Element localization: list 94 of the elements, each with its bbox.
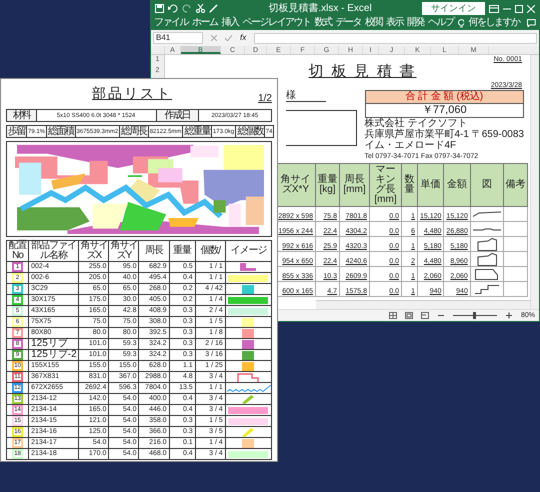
zoom-in-icon[interactable] [504,312,513,319]
column-heading: イメージ [225,240,272,262]
scissors-icon[interactable] [196,4,205,13]
info-label: 材料 [6,110,36,122]
column-heading: 配置No [6,240,29,262]
total-amount: ￥77,060 [364,104,524,118]
ribbon-tab[interactable]: ファイル [154,16,188,30]
column-heading: 角サイズX [78,240,109,262]
name-box[interactable]: B41 [153,32,203,44]
formula-field[interactable] [254,32,537,44]
part-outline-icon [474,284,499,294]
vertical-scrollbar[interactable] [530,55,539,309]
part-thumbnail [242,350,254,360]
column-heading: 個数/ [195,240,226,262]
page-layout-icon[interactable] [404,312,413,319]
ribbon-tab[interactable]: データ [336,16,361,30]
info-label: 作成日 [156,110,198,122]
part-outline-icon [475,268,498,280]
check-icon[interactable] [225,35,232,41]
column-heading: 数量 [402,164,418,206]
info-label: 歩留 [6,126,26,138]
part-thumbnail [242,318,254,326]
maximize-icon[interactable] [515,4,523,12]
part-thumbnail [242,438,254,448]
info-label: 総個数 [236,126,264,138]
part-thumbnail [228,296,268,304]
company-info: 株式会社 テイクソフト [364,118,468,129]
ribbon-tab[interactable]: 校閲 [365,16,382,30]
address-box [286,110,356,146]
ribbon-tab[interactable]: 開発 [407,16,424,30]
info-label: 総重量 [182,126,212,138]
column-heading: 周長 [138,240,170,262]
part-thumbnail [242,284,254,294]
page-break-icon[interactable] [420,312,429,319]
part-thumbnail [228,406,268,414]
ribbon-tab[interactable]: ページレイアウト [242,16,310,30]
column-heading: マーキング長[mm] [370,164,402,206]
zoom-slider-thumb[interactable] [473,312,476,319]
horizontal-scrollbar[interactable] [316,300,530,309]
info-label: 総周長 [120,126,148,138]
zoom-out-icon[interactable] [436,312,445,319]
part-thumbnail [242,340,254,348]
column-heading: 周長[mm] [340,164,370,206]
close-icon[interactable] [527,4,535,12]
part-thumbnail [228,418,268,424]
part-thumbnail [242,394,254,404]
column-heading: 重量[kg] [316,164,340,206]
part-thumbnail [228,450,268,458]
table-cell: 125リブ [28,338,79,350]
part-thumbnail [240,263,256,271]
part-thumbnail [226,384,270,392]
part-outline-icon [472,211,501,217]
part-thumbnail [242,362,254,370]
column-heading: 図 [470,164,504,206]
column-heading: 角サイズX*Y [276,164,316,206]
company-info: イム・エメロード4F [364,140,458,151]
page-number: 1/2 [258,92,272,106]
column-heading: 部品ファイル名称 [28,240,79,262]
normal-view-icon[interactable] [388,312,397,319]
ribbon-tab[interactable]: 数式 [314,16,332,30]
ribbon-tab[interactable]: ホーム [192,16,218,30]
ribbon-display-icon[interactable] [489,4,499,12]
sign-in-button[interactable]: サインイン [422,2,485,15]
column-heading: 備考 [503,164,528,206]
redo-icon[interactable] [182,4,192,13]
column-heading: 角サイズY [108,240,139,262]
part-thumbnail [242,328,254,338]
tell-me-field[interactable]: 何をしますか [468,16,520,30]
undo-icon[interactable] [168,4,178,13]
save-icon[interactable] [155,4,164,13]
part-thumbnail [228,274,268,282]
column-heading: 重量 [169,240,196,262]
info-label: 総面積 [46,126,76,138]
company-info: 兵庫県芦屋市業平町4-1 〒659-0083 [364,129,524,140]
ribbon-tab[interactable]: ヘルプ [428,16,454,30]
comment-icon[interactable] [527,19,536,27]
ribbon-tab[interactable]: 表示 [386,16,403,30]
total-label: 合 計 金 額 (税込) [364,90,524,104]
part-outline-icon [476,238,497,250]
part-thumbnail [242,428,254,436]
part-thumbnail [228,308,268,314]
column-heading: 単価 [418,164,444,206]
part-outline-icon [472,228,501,230]
window-title: 切板見積書.xlsx - Excel [267,2,373,16]
part-thumbnail [237,372,260,382]
table-cell: 125リブ-2 [28,350,79,360]
fx-label[interactable]: fx [240,32,246,44]
column-heading: 金額 [444,164,470,206]
part-outline-icon [476,252,497,266]
ribbon-tab[interactable]: 挿入 [222,16,238,30]
lightbulb-icon [458,18,464,28]
document-title: 部品リスト [92,85,172,101]
honorific-label: 様 [286,90,326,102]
sheet-title: 切 板 見 積 書 [308,64,416,81]
